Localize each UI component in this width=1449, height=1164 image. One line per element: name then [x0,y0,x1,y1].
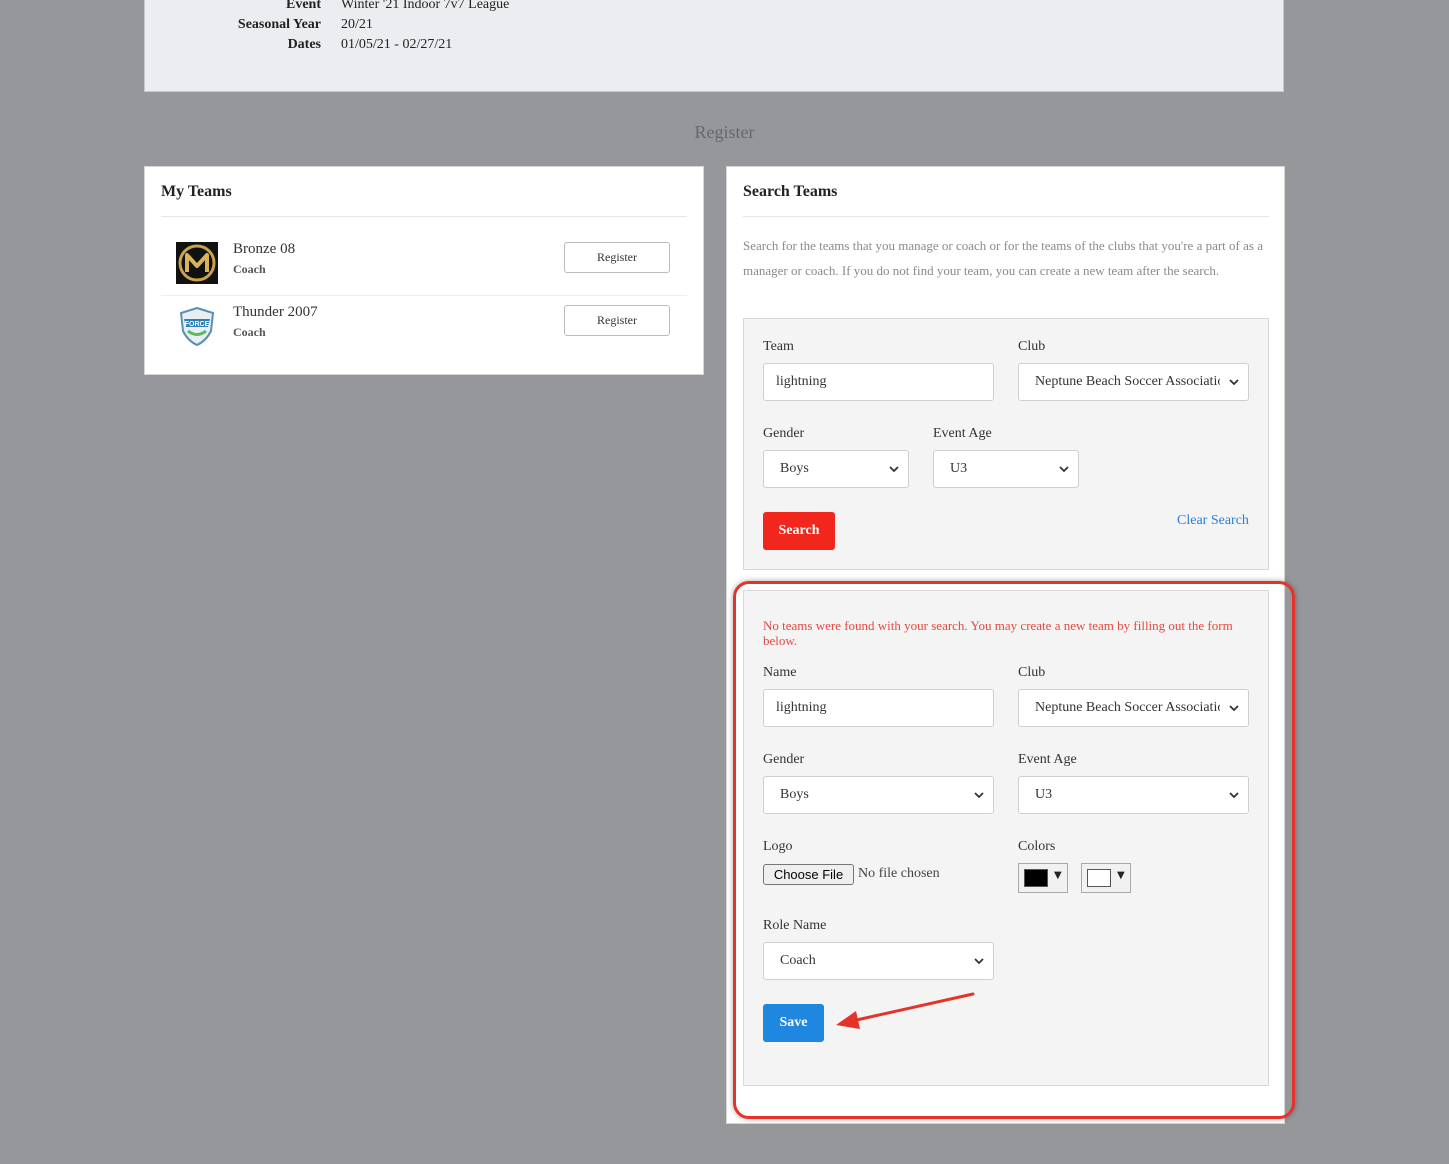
m-crest-logo-icon [176,242,218,284]
clear-search-link[interactable]: Clear Search [1177,513,1249,529]
name-label: Name [763,665,797,680]
my-teams-title: My Teams [161,183,232,200]
chevron-down-icon [1229,705,1239,712]
event-info-panel: Event Winter '21 Indoor 7v7 League Seaso… [144,0,1284,92]
card-divider [161,216,687,217]
event-age-select[interactable]: U3 [1018,776,1249,814]
secondary-color-swatch [1087,869,1111,887]
force-shield-logo-icon: FORCE [179,306,215,347]
chevron-down-icon [1229,792,1239,799]
dates-label: Dates [287,37,321,52]
seasonal-year-value: 20/21 [341,17,373,32]
chevron-down-icon [974,792,984,799]
primary-color-picker[interactable]: ▼ [1018,863,1068,893]
event-value: Winter '21 Indoor 7v7 League [341,0,510,12]
team-role: Coach [233,325,266,339]
team-row: Bronze 08 Coach Register [161,232,687,295]
team-name-input[interactable]: lightning [763,689,994,727]
club-search-select[interactable]: Neptune Beach Soccer Association [1018,363,1249,401]
dates-value: 01/05/21 - 02/27/21 [341,37,453,52]
team-search-value: lightning [776,374,827,389]
logo-label: Logo [763,839,793,854]
gender-label: Gender [763,426,805,441]
chevron-down-icon [889,466,899,473]
event-age-label: Event Age [933,426,992,441]
event-label: Event [286,0,321,12]
chevron-down-icon [974,958,984,965]
gender-select[interactable]: Boys [763,776,994,814]
club-label: Club [1018,665,1046,680]
my-teams-card: My Teams Bronze 08 Coach Register FORCE … [144,166,704,375]
caret-down-icon: ▼ [1117,870,1125,881]
chevron-down-icon [1229,379,1239,386]
event-age-search-value: U3 [950,461,968,476]
event-age-label: Event Age [1018,752,1077,767]
svg-text:FORCE: FORCE [185,321,210,328]
club-value: Neptune Beach Soccer Association [1035,700,1220,715]
choose-file-button[interactable]: Choose File [763,864,854,885]
event-age-search-select[interactable]: U3 [933,450,1079,488]
club-search-value: Neptune Beach Soccer Association [1035,374,1220,389]
section-heading: Register [694,122,755,142]
team-label: Team [763,339,794,354]
register-button[interactable]: Register [564,305,670,336]
file-status: No file chosen [858,866,940,881]
team-search-input[interactable]: lightning [763,363,994,401]
gender-search-value: Boys [780,461,809,476]
secondary-color-picker[interactable]: ▼ [1081,863,1131,893]
team-name: Thunder 2007 [233,304,318,320]
role-name-select[interactable]: Coach [763,942,994,980]
register-button[interactable]: Register [564,242,670,273]
colors-label: Colors [1018,839,1056,854]
save-button[interactable]: Save [763,1004,824,1042]
gender-label: Gender [763,752,805,767]
event-age-value: U3 [1035,787,1053,802]
club-select[interactable]: Neptune Beach Soccer Association [1018,689,1249,727]
card-divider [743,216,1269,217]
team-row: FORCE Thunder 2007 Coach Register [161,295,687,358]
search-button[interactable]: Search [763,512,835,550]
chevron-down-icon [1059,466,1069,473]
primary-color-swatch [1024,869,1048,887]
seasonal-year-label: Seasonal Year [237,17,321,32]
team-name-value: lightning [776,700,827,715]
team-name: Bronze 08 [233,241,296,257]
role-name-value: Coach [780,953,816,968]
gender-value: Boys [780,787,809,802]
club-label: Club [1018,339,1046,354]
search-teams-title: Search Teams [743,183,838,200]
caret-down-icon: ▼ [1054,870,1062,881]
role-name-label: Role Name [763,918,827,933]
gender-search-select[interactable]: Boys [763,450,909,488]
search-help-text: Search for the teams that you manage or … [743,238,1263,278]
team-role: Coach [233,262,266,276]
no-teams-message: No teams were found with your search. Yo… [763,618,1233,648]
